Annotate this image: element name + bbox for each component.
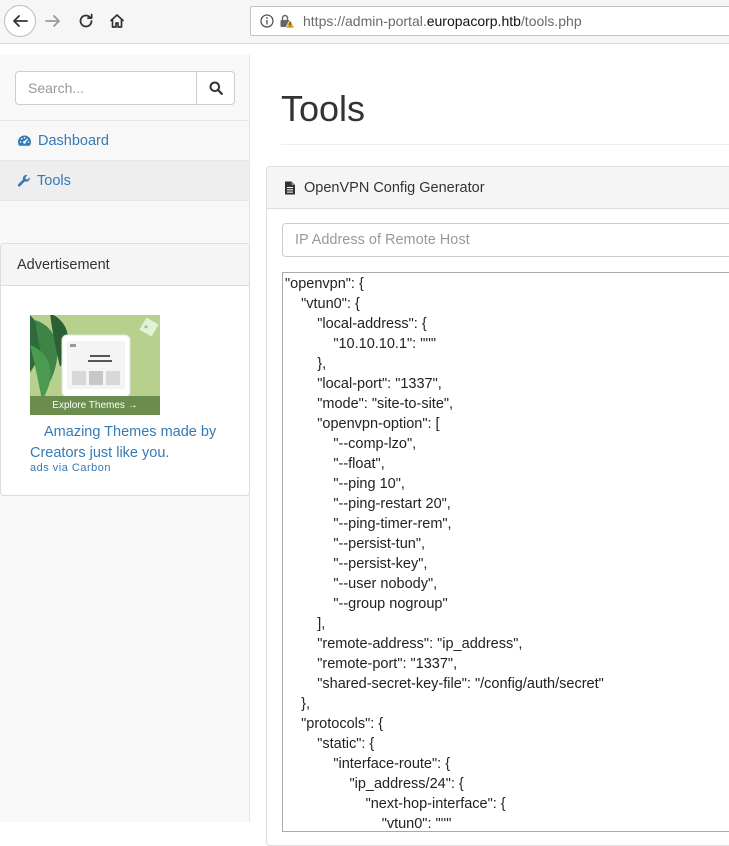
title-divider <box>281 144 729 145</box>
back-icon <box>13 15 28 27</box>
reload-icon <box>79 13 93 28</box>
wrench-icon <box>17 174 30 186</box>
explore-themes-button[interactable]: Explore Themes → <box>30 396 160 415</box>
page-title: Tools <box>281 88 366 129</box>
search-icon <box>209 81 223 95</box>
sidebar-nav: Dashboard Tools <box>0 120 249 201</box>
config-output[interactable]: "openvpn": { "vtun0": { "local-address":… <box>282 272 729 832</box>
advertisement-panel: Advertisement * Explore Themes → Amazing… <box>0 243 250 496</box>
config-text: "openvpn": { "vtun0": { "local-address":… <box>285 276 604 832</box>
sidebar-item-tools[interactable]: Tools <box>0 161 249 201</box>
dashboard-icon <box>18 135 32 146</box>
ads-via-carbon-link[interactable]: ads via Carbon <box>30 462 111 474</box>
ad-link[interactable]: Amazing Themes made by Creators just lik… <box>30 422 230 464</box>
advertisement-heading: Advertisement <box>1 244 249 286</box>
back-button[interactable] <box>4 5 36 37</box>
address-bar[interactable]: https://admin-portal.europacorp.htb/tool… <box>250 6 729 36</box>
home-icon <box>109 14 125 28</box>
sidebar: Dashboard Tools Advertisement <box>0 55 250 822</box>
panel-heading: OpenVPN Config Generator <box>267 167 729 209</box>
sidebar-item-dashboard[interactable]: Dashboard <box>0 121 249 161</box>
url-text: https://admin-portal.europacorp.htb/tool… <box>303 13 582 29</box>
search-input[interactable] <box>15 71 197 105</box>
browser-toolbar: https://admin-portal.europacorp.htb/tool… <box>0 0 729 44</box>
ip-address-input[interactable] <box>282 223 729 257</box>
ad-image[interactable]: * Explore Themes → <box>30 315 160 415</box>
search-group <box>15 71 235 105</box>
info-icon[interactable] <box>260 14 274 28</box>
url-path: /tools.php <box>520 13 582 29</box>
forward-button[interactable] <box>37 5 69 37</box>
ad-link-text: Amazing Themes made by Creators just lik… <box>30 424 217 461</box>
url-prefix: https://admin-portal. <box>303 13 427 29</box>
svg-text:*: * <box>144 324 148 333</box>
insecure-lock-icon[interactable] <box>279 13 295 29</box>
reload-button[interactable] <box>70 5 102 37</box>
search-button[interactable] <box>196 71 235 105</box>
home-button[interactable] <box>101 5 133 37</box>
sidebar-item-label: Dashboard <box>38 132 109 149</box>
forward-icon <box>45 15 60 27</box>
panel-title: OpenVPN Config Generator <box>304 179 485 196</box>
file-text-icon <box>285 181 295 194</box>
url-domain: europacorp.htb <box>426 13 521 29</box>
sidebar-item-label: Tools <box>37 172 71 189</box>
openvpn-panel: OpenVPN Config Generator "openvpn": { "v… <box>266 166 729 846</box>
